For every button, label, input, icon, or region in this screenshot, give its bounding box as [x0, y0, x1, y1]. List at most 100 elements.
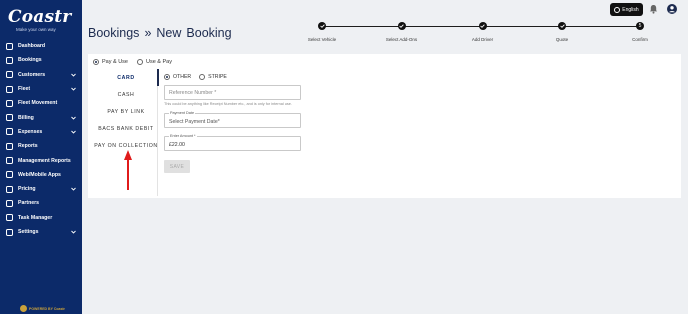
reports-icon — [5, 142, 13, 150]
mode-option-pay-use[interactable]: Pay & Use — [93, 59, 128, 65]
method-option-stripe[interactable]: STRIPE — [199, 74, 227, 80]
step-select-vehicle: Select Vehicle — [292, 22, 352, 42]
customers-icon — [5, 71, 13, 79]
brand-logo[interactable]: Coastr Make your own way — [8, 7, 78, 33]
sidebar-nav: Dashboard Bookings Customers Fleet Fleet Mov… — [0, 39, 82, 239]
radio-label: Use & Pay — [145, 59, 172, 65]
tabs-divider — [157, 69, 158, 196]
sidebar-item-label: Task Manager — [18, 214, 53, 221]
sidebar-item-management-reports[interactable]: Management Reports — [0, 153, 82, 167]
sidebar-item-label: Partners — [18, 200, 40, 207]
step-select-add-ons: Select Add-Ons — [372, 22, 432, 42]
step-label: Quote — [555, 37, 569, 42]
check-icon — [318, 22, 326, 30]
settings-icon — [5, 228, 13, 236]
tab-bacs-bank-debit[interactable]: BACS BANK DEBIT — [88, 120, 164, 137]
amount-label: Enter Amount * — [169, 134, 197, 138]
sidebar-item-settings[interactable]: Settings — [0, 225, 82, 239]
chevron-down-icon — [71, 72, 76, 77]
sidebar-item-web-mobile-apps[interactable]: Web/Mobile Apps — [0, 168, 82, 182]
sidebar-item-billing[interactable]: Billing — [0, 110, 82, 124]
sidebar-item-label: Expenses — [18, 128, 43, 135]
step-confirm: 5 Confirm — [610, 22, 670, 42]
breadcrumb-part: Booking — [186, 26, 232, 40]
brand-tagline: Make your own way — [16, 27, 56, 32]
powered-by-text: POWERED BY Coastr — [29, 306, 65, 311]
sidebar-item-label: Fleet — [18, 86, 31, 93]
user-avatar-icon[interactable] — [667, 4, 677, 14]
tab-pay-by-link[interactable]: PAY BY LINK — [88, 103, 164, 120]
step-label: Add Driver — [471, 37, 494, 42]
radio-button[interactable] — [199, 74, 206, 80]
step-number: 5 — [636, 22, 644, 30]
chevron-down-icon — [71, 115, 76, 120]
sidebar-item-label: Dashboard — [18, 43, 46, 50]
sidebar-item-dashboard[interactable]: Dashboard — [0, 39, 82, 53]
breadcrumb-separator: » — [144, 26, 152, 40]
fleet-movement-icon — [5, 99, 13, 107]
globe-icon — [614, 6, 621, 13]
fleet-icon — [5, 85, 13, 93]
step-quote: Quote — [532, 22, 592, 42]
sidebar-item-label: Settings — [18, 229, 39, 235]
powered-by-badge-icon — [20, 305, 27, 312]
radio-button[interactable] — [164, 74, 170, 80]
billing-icon — [5, 114, 13, 122]
brand-name: Coastr — [8, 7, 72, 27]
powered-by: POWERED BY Coastr — [20, 305, 65, 312]
breadcrumb-part[interactable]: Bookings — [88, 26, 139, 40]
sidebar-item-label: Pricing — [18, 186, 36, 193]
sidebar-item-partners[interactable]: Partners — [0, 196, 82, 210]
tab-cash[interactable]: CASH — [88, 86, 164, 103]
sidebar-item-reports[interactable]: Reports — [0, 139, 82, 153]
expenses-icon — [5, 128, 13, 136]
chevron-down-icon — [71, 87, 76, 92]
sidebar-item-expenses[interactable]: Expenses — [0, 125, 82, 139]
reference-hint: This could be anything like Receipt Numb… — [164, 102, 292, 106]
bookings-icon — [5, 56, 13, 64]
method-option-other[interactable]: OTHER — [164, 74, 191, 80]
payment-date-label: Payment Date — [169, 111, 196, 115]
save-button[interactable]: SAVE — [164, 160, 190, 173]
sidebar-item-fleet-movement[interactable]: Fleet Movement — [0, 96, 82, 110]
step-add-driver: Add Driver — [453, 22, 513, 42]
step-label: Confirm — [632, 37, 648, 42]
web-mobile-icon — [5, 171, 13, 179]
payment-date-input[interactable]: Payment Date Select Payment Date* — [164, 111, 301, 128]
reference-number-placeholder: Reference Number * — [169, 89, 217, 96]
radio-button[interactable] — [136, 59, 143, 65]
sidebar-item-pricing[interactable]: Pricing — [0, 182, 82, 196]
payment-mode-options: Pay & Use Use & Pay — [93, 59, 181, 65]
step-label: Select Add-Ons — [385, 37, 418, 42]
card-payment-form: OTHER STRIPE Reference Number * This coul… — [164, 74, 304, 173]
sidebar-item-bookings[interactable]: Bookings — [0, 53, 82, 67]
payment-date-placeholder: Select Payment Date* — [169, 119, 220, 125]
chevron-down-icon — [71, 187, 76, 192]
sidebar-item-label: Billing — [18, 114, 34, 121]
chevron-down-icon — [71, 129, 76, 134]
check-icon — [397, 22, 406, 30]
sidebar-item-customers[interactable]: Customers — [0, 68, 82, 82]
active-tab-indicator — [157, 69, 159, 86]
bell-icon[interactable] — [649, 4, 658, 14]
tab-card[interactable]: CARD — [88, 69, 164, 86]
reference-number-input[interactable]: Reference Number * — [164, 85, 301, 100]
check-icon — [558, 22, 567, 30]
step-label: Select Vehicle — [307, 37, 337, 42]
radio-label: STRIPE — [208, 74, 227, 80]
payment-method-options: OTHER STRIPE — [164, 74, 304, 80]
sidebar-item-label: Customers — [18, 71, 46, 78]
radio-button[interactable] — [93, 59, 99, 65]
task-manager-icon — [5, 214, 13, 222]
sidebar-item-label: Management Reports — [18, 157, 71, 164]
payment-card: Pay & Use Use & Pay CARD CASH PAY BY LINK BA… — [88, 54, 681, 198]
sidebar-item-task-manager[interactable]: Task Manager — [0, 211, 82, 225]
language-button[interactable]: English — [610, 3, 643, 16]
amount-value: £22.00 — [169, 142, 185, 148]
sidebar-item-label: Web/Mobile Apps — [18, 171, 61, 178]
mode-option-use-pay[interactable]: Use & Pay — [136, 59, 172, 65]
pricing-icon — [5, 185, 13, 193]
management-reports-icon — [5, 157, 13, 165]
amount-input[interactable]: Enter Amount * £22.00 — [164, 134, 301, 151]
sidebar-item-fleet[interactable]: Fleet — [0, 82, 82, 96]
